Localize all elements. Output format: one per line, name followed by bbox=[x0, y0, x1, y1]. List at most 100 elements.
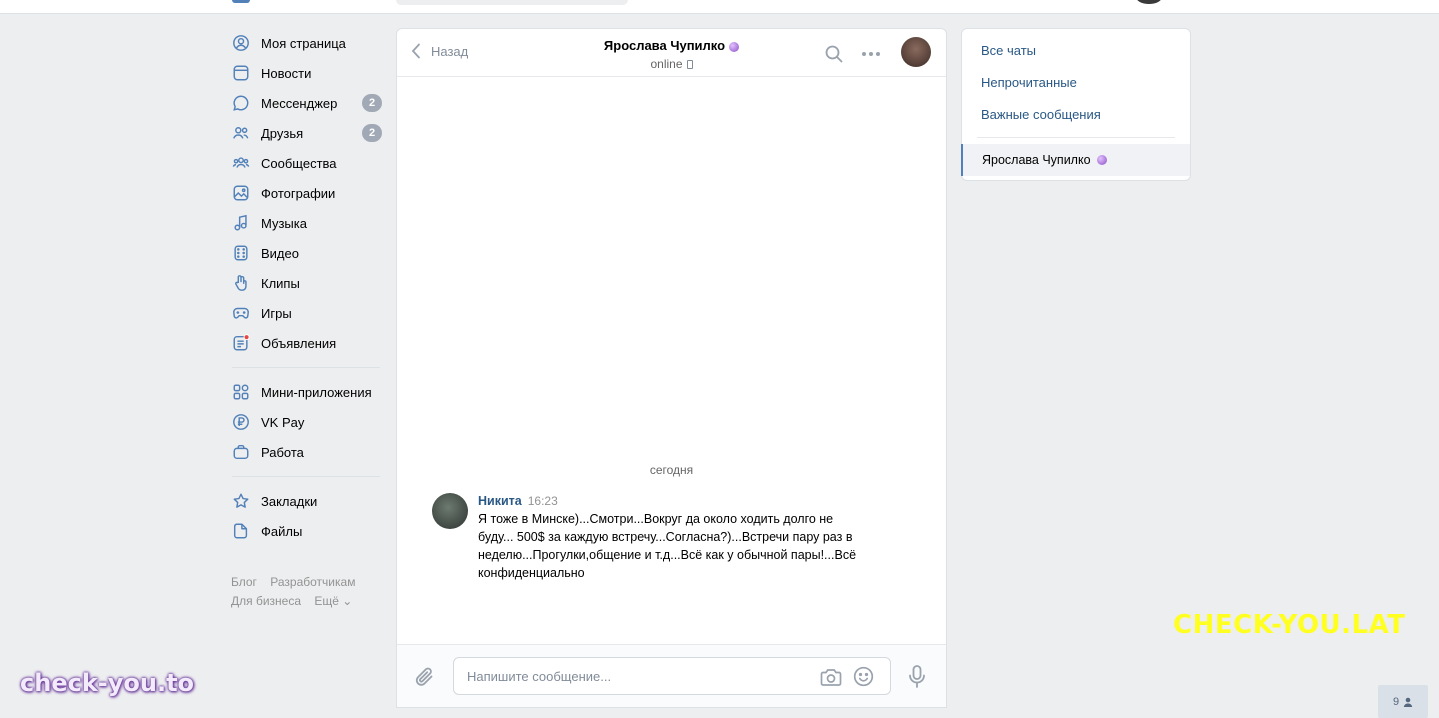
friends-badge: 2 bbox=[362, 124, 382, 142]
news-icon bbox=[232, 64, 250, 82]
user-circle-icon bbox=[232, 34, 250, 52]
mobile-phone-icon bbox=[686, 60, 693, 69]
peer-name: Ярослава Чупилко bbox=[603, 38, 726, 53]
nav-label: Закладки bbox=[261, 493, 318, 509]
nav-item-friends[interactable]: Друзья 2 bbox=[226, 118, 382, 148]
footer-link-more[interactable]: Ещё ⌄ bbox=[314, 594, 352, 608]
nav-item-my-page[interactable]: Моя страница bbox=[226, 28, 382, 58]
nav-label: Видео bbox=[261, 245, 299, 261]
more-dots-icon bbox=[862, 52, 880, 56]
messenger-badge: 2 bbox=[362, 94, 382, 112]
file-icon bbox=[232, 522, 250, 540]
briefcase-icon bbox=[232, 443, 250, 461]
apps-icon bbox=[232, 383, 250, 401]
nav-label: Фотографии bbox=[261, 185, 336, 201]
nav-item-files[interactable]: Файлы bbox=[226, 516, 382, 546]
message-composer bbox=[397, 644, 946, 707]
nav-label: Игры bbox=[261, 305, 292, 321]
emoji-button[interactable] bbox=[853, 666, 874, 690]
photo-icon bbox=[232, 184, 250, 202]
nav-label: Моя страница bbox=[261, 35, 346, 51]
user-avatar[interactable] bbox=[1136, 0, 1162, 4]
microphone-icon bbox=[909, 665, 925, 688]
online-count: 9 bbox=[1392, 695, 1400, 708]
nav-label: Мини-приложения bbox=[261, 384, 372, 400]
filter-unread[interactable]: Непрочитанные bbox=[962, 66, 1190, 98]
groups-icon bbox=[232, 154, 250, 172]
message-text: Я тоже в Минске)...Смотри...Вокруг да ок… bbox=[478, 512, 857, 580]
nav-item-games[interactable]: Игры bbox=[226, 298, 382, 328]
message-input-box[interactable] bbox=[453, 657, 891, 695]
nav-label: Сообщества bbox=[261, 155, 337, 171]
attach-button[interactable] bbox=[415, 666, 435, 691]
paperclip-icon bbox=[415, 667, 433, 686]
left-nav: Моя страница Новости Мессенджер 2 Друзья… bbox=[226, 28, 382, 611]
star-icon bbox=[232, 492, 250, 510]
nav-label: Мессенджер bbox=[261, 95, 338, 111]
vk-logo-icon[interactable] bbox=[232, 0, 250, 3]
nav-label: Друзья bbox=[261, 125, 304, 141]
nav-label: Музыка bbox=[261, 215, 307, 231]
message-author-avatar[interactable] bbox=[432, 493, 468, 529]
nav-item-work[interactable]: Работа bbox=[226, 437, 382, 467]
filter-all-chats[interactable]: Все чаты bbox=[962, 34, 1190, 66]
nav-item-video[interactable]: Видео bbox=[226, 238, 382, 268]
nav-item-ads[interactable]: Объявления bbox=[226, 328, 382, 358]
nav-item-messenger[interactable]: Мессенджер 2 bbox=[226, 88, 382, 118]
nav-label: Клипы bbox=[261, 275, 300, 291]
nav-label: Объявления bbox=[261, 335, 337, 351]
voice-message-button[interactable] bbox=[909, 665, 925, 692]
vkpay-icon bbox=[232, 413, 250, 431]
filter-important[interactable]: Важные сообщения bbox=[962, 98, 1190, 130]
watermark-purple: check-you.to bbox=[20, 669, 195, 697]
nav-divider bbox=[232, 367, 380, 368]
chat-header: Назад Ярослава Чупилко online bbox=[397, 29, 946, 77]
filters-divider bbox=[977, 137, 1175, 138]
nav-footer: Блог Разработчикам Для бизнеса Ещё ⌄ bbox=[226, 573, 382, 611]
nav-item-clips[interactable]: Клипы bbox=[226, 268, 382, 298]
chat-panel: Назад Ярослава Чупилко online сегодня Ни… bbox=[396, 28, 947, 708]
gem-icon bbox=[729, 41, 740, 52]
nav-item-vk-pay[interactable]: VK Pay bbox=[226, 407, 382, 437]
message-header: Никита 16:23 bbox=[478, 493, 872, 508]
smile-icon bbox=[853, 666, 874, 687]
nav-item-mini-apps[interactable]: Мини-приложения bbox=[226, 377, 382, 407]
message-input[interactable] bbox=[467, 667, 807, 685]
video-icon bbox=[232, 244, 250, 262]
nav-item-bookmarks[interactable]: Закладки bbox=[226, 486, 382, 516]
nav-item-news[interactable]: Новости bbox=[226, 58, 382, 88]
gamepad-icon bbox=[232, 304, 250, 322]
chat-more-button[interactable] bbox=[861, 45, 881, 66]
nav-item-groups[interactable]: Сообщества bbox=[226, 148, 382, 178]
peer-avatar[interactable] bbox=[901, 37, 931, 67]
nav-label: Новости bbox=[261, 65, 312, 81]
camera-icon bbox=[820, 669, 842, 686]
clips-icon bbox=[232, 274, 250, 292]
search-icon bbox=[825, 45, 843, 63]
online-friends-button[interactable]: 9 bbox=[1378, 685, 1428, 718]
global-search-input[interactable] bbox=[396, 0, 628, 5]
camera-button[interactable] bbox=[820, 667, 842, 690]
message: Никита 16:23 Я тоже в Минске)...Смотри...… bbox=[432, 493, 872, 582]
friends-icon bbox=[232, 124, 250, 142]
ads-icon bbox=[232, 334, 250, 352]
nav-label: VK Pay bbox=[261, 414, 305, 430]
top-bar bbox=[0, 0, 1439, 14]
nav-item-photos[interactable]: Фотографии bbox=[226, 178, 382, 208]
chat-search-button[interactable] bbox=[825, 45, 843, 66]
watermark-yellow: CHECK-YOU.LAT bbox=[1173, 610, 1406, 640]
active-chat-item[interactable]: Ярослава Чупилко bbox=[961, 144, 1190, 176]
nav-label: Работа bbox=[261, 444, 304, 460]
message-author[interactable]: Никита bbox=[478, 494, 522, 508]
gem-icon bbox=[1096, 155, 1107, 165]
nav-label: Файлы bbox=[261, 523, 303, 539]
person-icon bbox=[1403, 697, 1413, 707]
chat-bubble-icon bbox=[232, 94, 250, 112]
footer-link-developers[interactable]: Разработчикам bbox=[270, 575, 355, 589]
footer-link-blog[interactable]: Блог bbox=[231, 575, 257, 589]
footer-link-business[interactable]: Для бизнеса bbox=[231, 594, 301, 608]
active-chat-name: Ярослава Чупилко bbox=[982, 153, 1091, 167]
nav-item-music[interactable]: Музыка bbox=[226, 208, 382, 238]
message-time[interactable]: 16:23 bbox=[528, 494, 558, 508]
day-separator: сегодня bbox=[649, 463, 694, 477]
